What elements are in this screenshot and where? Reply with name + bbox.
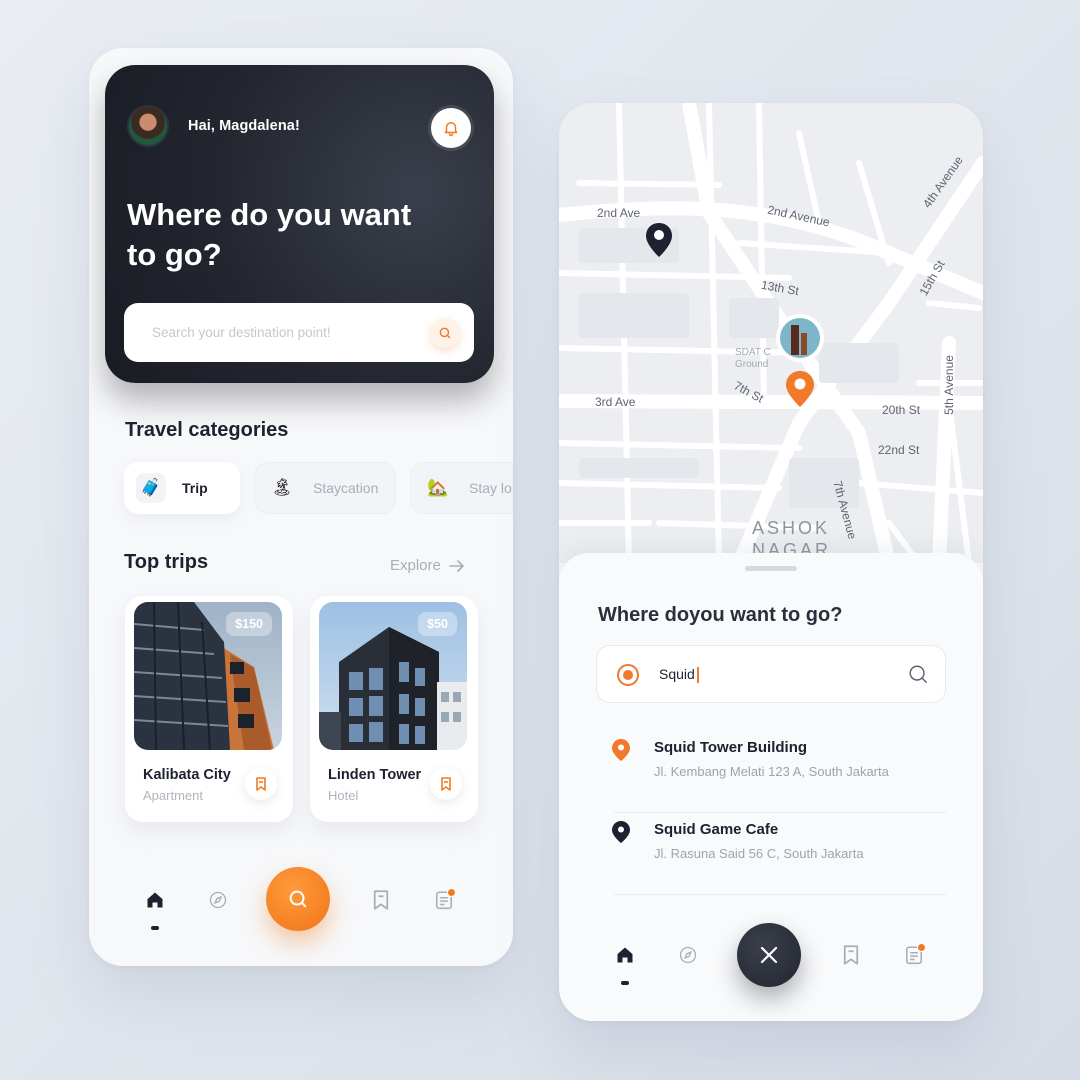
trip-type: Hotel [328, 788, 359, 803]
place-label: SDAT C Ground [735, 347, 771, 370]
nav-bookmarks[interactable] [837, 941, 865, 969]
category-trip[interactable]: 🧳 Trip [124, 462, 240, 514]
text-caret [697, 667, 699, 683]
home-icon [617, 947, 633, 963]
search-fab[interactable] [266, 867, 330, 931]
search-icon[interactable] [907, 663, 929, 685]
explore-label: Explore [390, 557, 441, 574]
nav-home[interactable] [141, 886, 169, 914]
compass-icon [209, 891, 227, 909]
bookmark-button[interactable] [430, 768, 462, 800]
result-address: Jl. Rasuna Said 56 C, South Jakarta [654, 846, 864, 861]
nav-home[interactable] [611, 941, 639, 969]
category-label: Trip [182, 480, 208, 496]
price-badge: $150 [226, 612, 272, 636]
result-address: Jl. Kembang Melati 123 A, South Jakarta [654, 764, 889, 779]
house-icon: 🏡 [423, 473, 453, 503]
active-indicator [621, 981, 629, 985]
trip-card-kalibata[interactable]: $150 Kalibata City Apartment [125, 596, 293, 822]
nav-notes[interactable] [430, 886, 458, 914]
explore-link[interactable]: Explore [390, 557, 465, 574]
greeting: Hai, Magdalena! [188, 118, 300, 134]
close-fab[interactable] [737, 923, 801, 987]
home-icon [147, 892, 163, 908]
arrow-right-icon [449, 559, 464, 572]
home-screen: Hai, Magdalena! Where do you want to go?… [89, 48, 513, 966]
nav-explore[interactable] [204, 886, 232, 914]
location-search-input[interactable] [659, 666, 859, 682]
compass-icon [679, 946, 697, 964]
sheet-handle[interactable] [745, 566, 797, 571]
destination-search[interactable] [124, 303, 474, 362]
notification-dot [447, 888, 456, 897]
beach-icon: 🏝 [267, 473, 297, 503]
close-icon [760, 946, 778, 964]
street-label: 22nd St [878, 443, 920, 457]
nav-explore[interactable] [674, 941, 702, 969]
avatar[interactable] [127, 105, 169, 147]
current-location-icon [617, 664, 639, 686]
trip-photo: $50 [319, 602, 467, 750]
top-trips-title: Top trips [124, 551, 209, 573]
categories-title: Travel categories [125, 419, 289, 441]
map-view[interactable]: 2nd Ave 2nd Avenue 4th Avenue 13th St 15… [559, 103, 983, 563]
trip-photo: $150 [134, 602, 282, 750]
nav-bookmarks[interactable] [367, 886, 395, 914]
nav-notes[interactable] [900, 941, 928, 969]
trip-name: Kalibata City [143, 767, 231, 783]
search-icon [289, 890, 307, 908]
street-label: 5th Avenue [941, 355, 956, 415]
bell-icon [444, 122, 458, 137]
location-search[interactable] [596, 645, 946, 703]
suitcase-icon: 🧳 [136, 473, 166, 503]
category-stay-local[interactable]: 🏡 Stay lo [410, 462, 513, 514]
result-name: Squid Game Cafe [654, 821, 779, 838]
street-label: 3rd Ave [595, 395, 636, 409]
bookmark-icon [256, 777, 266, 791]
notification-button[interactable] [431, 108, 471, 148]
hero-card: Hai, Magdalena! Where do you want to go? [105, 65, 494, 383]
street-label: 2nd Ave [597, 206, 641, 220]
category-staycation[interactable]: 🏝 Staycation [254, 462, 396, 514]
bookmark-button[interactable] [245, 768, 277, 800]
destination-search-input[interactable] [152, 325, 412, 340]
location-pin-icon [612, 739, 630, 761]
result-name: Squid Tower Building [654, 739, 808, 756]
sheet-title: Where doyou want to go? [598, 604, 843, 626]
search-submit-button[interactable] [430, 318, 460, 348]
bookmark-icon [373, 890, 389, 910]
bookmark-icon [843, 945, 859, 965]
bookmark-icon [441, 777, 451, 791]
active-indicator [151, 926, 159, 930]
category-label: Staycation [313, 480, 379, 496]
hero-title: Where do you want to go? [127, 197, 412, 272]
search-result[interactable]: Squid Game Cafe Jl. Rasuna Said 56 C, So… [612, 813, 946, 895]
category-label: Stay lo [469, 480, 512, 496]
price-badge: $50 [418, 612, 457, 636]
search-result[interactable]: Squid Tower Building Jl. Kembang Melati … [612, 731, 946, 813]
notification-dot [917, 943, 926, 952]
map-screen: 2nd Ave 2nd Avenue 4th Avenue 13th St 15… [559, 103, 983, 1021]
trip-name: Linden Tower [328, 767, 422, 783]
street-label: 20th St [882, 403, 921, 417]
location-pin-icon [612, 821, 630, 843]
search-icon [439, 327, 451, 339]
trip-card-linden[interactable]: $50 Linden Tower Hotel [310, 596, 478, 822]
trip-type: Apartment [143, 788, 203, 803]
